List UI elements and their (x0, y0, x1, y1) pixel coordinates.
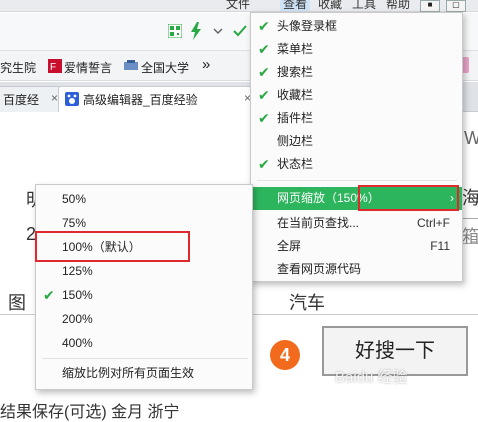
view-menu-item-view-source[interactable]: 查看网页源代码 (252, 258, 462, 281)
view-menu-item-avatar-login[interactable]: ✔ 头像登录框 (252, 15, 462, 38)
bookmark-item[interactable]: 爱情誓言 (64, 59, 112, 76)
page-text-fragment: 箱 (462, 227, 478, 246)
chevron-down-icon[interactable] (213, 27, 223, 35)
menu-separator (42, 358, 248, 359)
menu-favorites[interactable]: 收藏 (318, 0, 342, 11)
menu-view[interactable]: 查看 (280, 0, 311, 11)
zoom-option-400[interactable]: 400% (37, 331, 252, 355)
menu-bar: 文件 查看 收藏 工具 帮助 ■ ▢ (0, 0, 478, 12)
baidu-paw-icon (65, 92, 79, 106)
shortcut-label: F11 (430, 239, 450, 253)
check-icon: ✔ (258, 110, 270, 126)
check-icon: ✔ (43, 287, 55, 303)
view-menu-item-plugin-bar[interactable]: ✔ 插件栏 (252, 107, 462, 130)
check-icon: ✔ (258, 87, 270, 103)
zoom-option-125[interactable]: 125% (37, 259, 252, 283)
annotation-box (35, 231, 190, 262)
zoom-option-50[interactable]: 50% (37, 187, 252, 211)
qr-code-icon[interactable] (168, 24, 182, 38)
tab-label: 高级编辑器_百度经验 (83, 93, 198, 107)
bookmark-item[interactable]: 究生院 (0, 59, 36, 76)
zoom-apply-all-pages[interactable]: 缩放比例对所有页面生效 (37, 361, 252, 385)
close-icon[interactable]: × (51, 91, 58, 105)
menu-separator (257, 180, 457, 181)
check-icon: ✔ (258, 41, 270, 57)
view-menu-item-searchbar[interactable]: ✔ 搜索栏 (252, 61, 462, 84)
zoom-option-150[interactable]: ✔ 150% (37, 283, 252, 307)
bookmark-favicon-icon: F (48, 59, 62, 73)
view-menu-item-statusbar[interactable]: ✔ 状态栏 (252, 153, 462, 176)
view-menu-item-fullscreen[interactable]: 全屏 F11 (252, 235, 462, 258)
view-menu-item-menubar[interactable]: ✔ 菜单栏 (252, 38, 462, 61)
window-button[interactable]: ▢ (446, 0, 466, 12)
bookmark-overflow-icon[interactable]: » (202, 56, 210, 73)
bookmark-favicon-icon (124, 60, 138, 70)
check-icon: ✔ (258, 64, 270, 80)
menu-help[interactable]: 帮助 (386, 0, 410, 11)
shortcut-label: Ctrl+F (417, 216, 450, 230)
page-text-fragment: W (464, 128, 478, 148)
svg-text:F: F (50, 62, 56, 73)
annotation-box (358, 185, 459, 211)
tab-label: 百度经 (3, 93, 40, 107)
page-text-fragment: 汽车 (289, 293, 325, 313)
check-icon: ✔ (258, 18, 270, 34)
lightning-icon[interactable] (190, 22, 202, 40)
menu-file[interactable]: 文件 (226, 0, 250, 11)
view-menu-item-find[interactable]: 在当前页查找... Ctrl+F (252, 212, 462, 235)
window-button[interactable]: ■ (420, 0, 440, 12)
page-text-fragment: 结果保存(可选) 金月 浙宁 (0, 404, 180, 421)
menu-tools[interactable]: 工具 (352, 0, 376, 11)
zoom-option-200[interactable]: 200% (37, 307, 252, 331)
page-text-fragment: 海 (462, 188, 478, 208)
check-icon[interactable] (232, 23, 248, 39)
check-icon: ✔ (258, 156, 270, 172)
bookmark-item[interactable]: 全国大学 (141, 59, 189, 76)
zoom-submenu: 50% 75% 100%（默认） 125% ✔ 150% 200% 400% 缩放… (35, 184, 253, 390)
view-menu-item-favorites-bar[interactable]: ✔ 收藏栏 (252, 84, 462, 107)
view-menu: ✔ 头像登录框 ✔ 菜单栏 ✔ 搜索栏 ✔ 收藏栏 ✔ 插件栏 侧边栏 ✔ 状态栏 网页缩放… (250, 12, 463, 282)
step-badge: 4 (270, 340, 300, 370)
watermark-logo: Baidu 经验 (335, 369, 408, 386)
page-text-fragment: 图 (8, 293, 26, 313)
view-menu-item-sidebar[interactable]: 侧边栏 (252, 130, 462, 153)
